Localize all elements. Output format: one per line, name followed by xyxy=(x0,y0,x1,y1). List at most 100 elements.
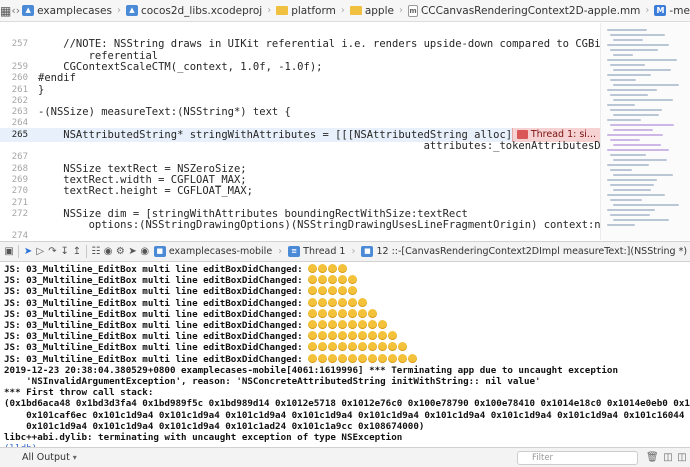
console-line: JS: 03_Multiline_EditBox multi line edit… xyxy=(4,331,398,342)
minimap-line xyxy=(613,69,671,71)
smiley-emoji-icon xyxy=(368,331,378,341)
emoji-group xyxy=(308,264,348,275)
smiley-emoji-icon xyxy=(318,297,328,307)
minimap-line xyxy=(610,184,654,186)
smiley-emoji-icon xyxy=(328,264,338,273)
minimap-line xyxy=(610,34,665,36)
source-editor[interactable]: 257 //NOTE: NSString draws in UIKit refe… xyxy=(0,23,600,240)
step-over-icon[interactable]: ↷ xyxy=(46,244,58,259)
stack-frame-icon: ■ xyxy=(361,246,374,257)
smiley-emoji-icon xyxy=(348,286,358,296)
breadcrumb-file[interactable]: m CCCanvasRenderingContext2D-apple.mm xyxy=(406,4,642,17)
smiley-emoji-icon xyxy=(368,353,378,363)
smiley-emoji-icon xyxy=(328,275,338,285)
console-line-text: JS: 03_Multiline_EditBox multi line edit… xyxy=(4,342,309,354)
console-line-text: JS: 03_Multiline_EditBox multi line edit… xyxy=(4,331,309,343)
debug-bar: ▣ ➤ ▷ ↷ ↧ ↥ ☷ ◉ ⚙ ➤ ◉ ■ examplecases-mob… xyxy=(0,241,690,262)
console-output[interactable]: JS: 03_Multiline_EditBox multi line edit… xyxy=(0,263,690,447)
breadcrumb-apple[interactable]: apple xyxy=(348,5,396,17)
scheme-crumb[interactable]: ■ examplecases-mobile xyxy=(151,246,275,257)
minimap[interactable] xyxy=(600,23,690,240)
minimap-line xyxy=(613,219,669,221)
minimap-line xyxy=(613,189,651,191)
console-line: JS: 03_Multiline_EditBox multi line edit… xyxy=(4,308,378,320)
breadcrumb-label: -measureText: xyxy=(669,4,690,17)
console-line: 2019-12-23 20:38:04.380529+0800 examplec… xyxy=(4,364,618,376)
smiley-emoji-icon xyxy=(358,320,368,329)
smiley-emoji-icon xyxy=(348,308,358,318)
chevron-down-icon: ▾ xyxy=(72,453,77,462)
breadcrumb-method[interactable]: M -measureText: xyxy=(652,5,690,17)
split-view-right-icon[interactable]: ◫ xyxy=(676,452,688,464)
emoji-group xyxy=(308,331,398,342)
console-line: libc++abi.dylib: terminating with uncaug… xyxy=(4,432,403,443)
emoji-group xyxy=(308,286,358,297)
frame-crumb[interactable]: ■ 12 ::-[CanvasRenderingContext2DImpl me… xyxy=(358,246,690,257)
smiley-emoji-icon xyxy=(388,342,398,352)
camera-icon[interactable]: ◉ xyxy=(139,244,151,259)
smiley-emoji-icon xyxy=(348,320,358,329)
scheme-label: examplecases-mobile xyxy=(168,246,273,257)
smiley-emoji-icon xyxy=(358,353,368,363)
step-into-icon[interactable]: ↧ xyxy=(59,244,71,259)
smiley-emoji-icon xyxy=(348,331,358,341)
breadcrumb-xcodeproj[interactable]: ▲ cocos2d_libs.xcodeproj xyxy=(124,5,264,17)
minimap-line xyxy=(607,149,669,151)
console-filter-input[interactable]: Filter xyxy=(517,451,638,465)
chevron-right-icon: › xyxy=(398,5,403,16)
chevron-right-icon: › xyxy=(267,5,272,16)
minimap-line xyxy=(610,49,658,51)
smiley-emoji-icon xyxy=(358,331,368,341)
smiley-emoji-icon xyxy=(308,320,318,329)
minimap-line xyxy=(610,79,636,81)
minimap-line xyxy=(610,124,674,126)
memory-graph-icon[interactable]: ◉ xyxy=(102,244,114,259)
minimap-line xyxy=(613,39,643,41)
smiley-emoji-icon xyxy=(308,308,318,318)
smiley-emoji-icon xyxy=(368,320,378,329)
continue-icon[interactable]: ▷ xyxy=(34,244,46,259)
console-line: JS: 03_Multiline_EditBox multi line edit… xyxy=(4,353,418,365)
environment-overrides-icon[interactable]: ⚙ xyxy=(114,244,126,259)
smiley-emoji-icon xyxy=(348,297,358,307)
hide-debug-area-icon[interactable]: ▣ xyxy=(3,244,15,259)
smiley-emoji-icon xyxy=(398,353,408,363)
breakpoints-toggle-icon[interactable]: ➤ xyxy=(22,244,34,259)
minimap-line xyxy=(610,139,640,141)
smiley-emoji-icon xyxy=(358,297,368,307)
output-filter-select[interactable]: All Output ▾ xyxy=(22,452,77,463)
console-line: JS: 03_Multiline_EditBox multi line edit… xyxy=(4,342,408,353)
minimap-line xyxy=(610,169,632,171)
breadcrumb-project[interactable]: ▲ examplecases xyxy=(20,5,114,17)
smiley-emoji-icon xyxy=(378,353,388,363)
project-icon: ▲ xyxy=(22,5,35,16)
emoji-group xyxy=(308,308,378,320)
smiley-emoji-icon xyxy=(338,308,348,318)
thread-crumb[interactable]: ≡ Thread 1 xyxy=(285,246,348,257)
smiley-emoji-icon xyxy=(408,353,418,363)
smiley-emoji-icon xyxy=(338,286,348,296)
smiley-emoji-icon xyxy=(318,320,328,329)
smiley-emoji-icon xyxy=(398,342,408,352)
smiley-emoji-icon xyxy=(348,353,358,363)
minimap-line xyxy=(607,164,649,166)
related-items-icon[interactable]: ▦ xyxy=(0,4,11,18)
thread-icon: ≡ xyxy=(288,246,301,257)
debug-view-hierarchy-icon[interactable]: ☷ xyxy=(90,244,102,259)
smiley-emoji-icon xyxy=(328,286,338,296)
console-line-text: JS: 03_Multiline_EditBox multi line edit… xyxy=(4,264,309,275)
smiley-emoji-icon xyxy=(348,275,358,285)
code-line[interactable]: 274 xyxy=(0,229,600,240)
simulate-location-icon[interactable]: ➤ xyxy=(126,244,138,259)
minimap-line xyxy=(610,199,642,201)
split-view-icon[interactable]: ◫ xyxy=(662,452,674,464)
minimap-line xyxy=(607,104,635,106)
console-line-text: JS: 03_Multiline_EditBox multi line edit… xyxy=(4,353,309,365)
breadcrumb-platform[interactable]: platform xyxy=(274,5,338,17)
smiley-emoji-icon xyxy=(318,264,328,273)
step-out-icon[interactable]: ↥ xyxy=(71,244,83,259)
smiley-emoji-icon xyxy=(338,353,348,363)
thread-label: Thread 1 xyxy=(303,246,346,257)
trash-icon[interactable]: 🗑 xyxy=(646,452,659,464)
frame-label: 12 ::-[CanvasRenderingContext2DImpl meas… xyxy=(376,246,688,257)
